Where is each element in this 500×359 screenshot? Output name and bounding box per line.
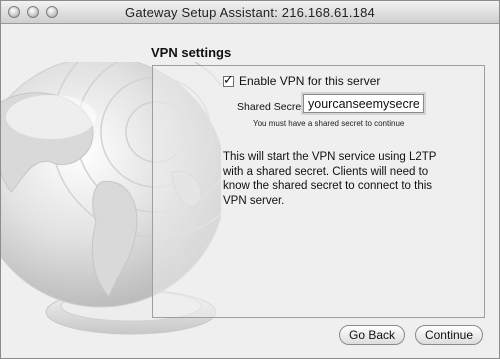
go-back-button[interactable]: Go Back <box>339 325 405 345</box>
window-title: Gateway Setup Assistant: 216.168.61.184 <box>125 5 375 20</box>
section-title: VPN settings <box>151 45 232 60</box>
title-bar[interactable]: Gateway Setup Assistant: 216.168.61.184 <box>1 1 499 24</box>
setup-assistant-window: Gateway Setup Assistant: 216.168.61.184 <box>0 0 500 359</box>
shared-secret-hint: You must have a shared secret to continu… <box>253 119 405 128</box>
checkmark-icon: ✓ <box>223 71 234 87</box>
enable-vpn-checkbox[interactable]: ✓ <box>223 71 234 87</box>
shared-secret-label: Shared Secret: <box>237 101 308 113</box>
enable-vpn-checkbox-row[interactable]: ✓ Enable VPN for this server <box>223 71 380 88</box>
enable-vpn-label[interactable]: Enable VPN for this server <box>239 74 380 88</box>
vpn-description: This will start the VPN service using L2… <box>223 151 437 207</box>
continue-button[interactable]: Continue <box>415 325 483 345</box>
shared-secret-input[interactable] <box>303 94 424 113</box>
